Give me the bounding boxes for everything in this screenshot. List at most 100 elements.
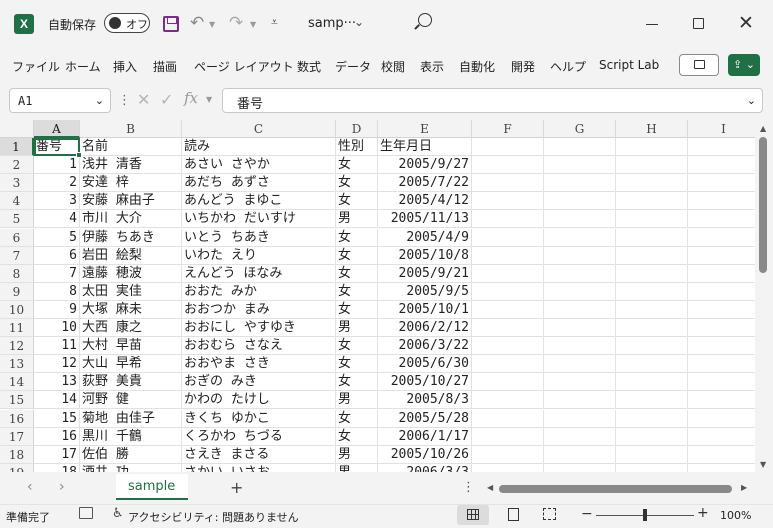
cell[interactable] — [688, 156, 755, 175]
name-box-dropdown-icon[interactable]: ⌄ — [95, 94, 104, 107]
cell[interactable] — [472, 373, 544, 392]
tab-file[interactable]: ファイル — [12, 58, 60, 75]
cell[interactable]: 15 — [34, 409, 80, 428]
horizontal-scroll-thumb[interactable] — [499, 485, 732, 493]
accessibility-icon[interactable]: ♿ — [112, 506, 124, 521]
minimize-icon[interactable] — [646, 24, 658, 25]
cell[interactable] — [616, 391, 688, 410]
cell[interactable]: 性別 — [336, 138, 378, 156]
row-header-3[interactable]: 3 — [0, 174, 34, 193]
cell[interactable] — [544, 264, 616, 283]
cell[interactable]: 男 — [336, 319, 378, 337]
vertical-scroll-thumb[interactable] — [759, 137, 767, 273]
cell[interactable]: 大村 早苗 — [80, 337, 182, 356]
cell[interactable]: おおた みか — [182, 282, 336, 301]
row-header-2[interactable]: 2 — [0, 156, 34, 175]
cell[interactable] — [472, 264, 544, 283]
row-header-18[interactable]: 18 — [0, 445, 34, 464]
cell[interactable]: 酒井 功 — [80, 463, 182, 472]
cell[interactable]: 名前 — [80, 138, 182, 156]
autosave-toggle[interactable]: オフ — [104, 13, 150, 33]
cell[interactable]: 8 — [34, 282, 80, 301]
cell[interactable]: 1 — [34, 156, 80, 175]
cell[interactable]: 18 — [34, 463, 80, 472]
cell[interactable] — [688, 138, 755, 156]
cell[interactable] — [688, 265, 755, 283]
cell[interactable]: 女 — [336, 174, 378, 193]
cell[interactable] — [616, 282, 688, 301]
cell[interactable] — [472, 337, 544, 356]
cell[interactable] — [688, 229, 755, 247]
cell[interactable]: 2006/1/17 — [378, 427, 472, 446]
zoom-slider-thumb[interactable] — [643, 509, 647, 521]
cell[interactable]: 女 — [336, 156, 378, 175]
cell[interactable]: 安藤 麻由子 — [80, 192, 182, 211]
cell[interactable]: かわの たけし — [182, 391, 336, 410]
cell[interactable]: 伊藤 ちあき — [80, 228, 182, 247]
cell[interactable] — [544, 409, 616, 428]
column-header-c[interactable]: C — [182, 120, 336, 138]
cell[interactable] — [472, 246, 544, 265]
cell[interactable] — [616, 427, 688, 446]
cell[interactable] — [616, 445, 688, 464]
cell[interactable] — [544, 355, 616, 374]
scroll-up-icon[interactable]: ▲ — [760, 124, 766, 133]
cell[interactable]: 2005/10/8 — [378, 246, 472, 265]
cell[interactable] — [688, 319, 755, 337]
cell[interactable]: 2005/9/27 — [378, 156, 472, 175]
cell[interactable]: 大塚 麻未 — [80, 300, 182, 319]
cell[interactable]: 市川 大介 — [80, 210, 182, 229]
cell[interactable]: 13 — [34, 373, 80, 392]
macro-record-icon[interactable] — [79, 507, 93, 519]
cell[interactable] — [544, 319, 616, 337]
cell[interactable] — [616, 337, 688, 356]
tab-help[interactable]: ヘルプ — [550, 58, 586, 75]
next-sheet-icon[interactable]: › — [59, 479, 65, 495]
row-header-12[interactable]: 12 — [0, 337, 34, 356]
zoom-level[interactable]: 100% — [720, 509, 751, 522]
cell[interactable] — [472, 228, 544, 247]
cell[interactable] — [472, 355, 544, 374]
file-name-dropdown-icon[interactable]: ⌄ — [354, 15, 364, 29]
cell[interactable]: 女 — [336, 228, 378, 247]
cell[interactable]: 女 — [336, 337, 378, 356]
add-sheet-button[interactable]: + — [230, 478, 243, 497]
undo-icon[interactable]: ↶ — [190, 13, 204, 33]
cell[interactable]: 太田 実佳 — [80, 282, 182, 301]
save-icon[interactable] — [163, 16, 179, 32]
cell[interactable] — [472, 174, 544, 193]
cell[interactable] — [544, 138, 616, 156]
cell[interactable]: 2006/3/3 — [378, 463, 472, 472]
close-icon[interactable]: ✕ — [738, 12, 754, 34]
redo-icon[interactable]: ↷ — [229, 13, 243, 33]
file-name[interactable]: samp··· — [308, 16, 356, 31]
column-header-b[interactable]: B — [80, 120, 182, 138]
cell[interactable]: 安達 梓 — [80, 174, 182, 193]
cell[interactable]: 生年月日 — [378, 138, 472, 156]
cell[interactable] — [616, 192, 688, 211]
cell[interactable] — [688, 283, 755, 301]
cell[interactable]: 女 — [336, 282, 378, 301]
previous-sheet-icon[interactable]: ‹ — [27, 479, 33, 495]
maximize-icon[interactable] — [693, 18, 704, 29]
cell[interactable]: 女 — [336, 409, 378, 428]
row-header-14[interactable]: 14 — [0, 373, 34, 392]
row-header-6[interactable]: 6 — [0, 228, 34, 247]
cell[interactable]: 17 — [34, 445, 80, 464]
cell[interactable]: 大山 早希 — [80, 355, 182, 374]
cell[interactable] — [544, 373, 616, 392]
cell[interactable] — [688, 464, 755, 472]
cell[interactable] — [688, 301, 755, 319]
cell[interactable] — [472, 427, 544, 446]
name-box[interactable]: A1 ⌄ — [9, 88, 111, 113]
cell[interactable] — [616, 246, 688, 265]
cell[interactable] — [544, 391, 616, 410]
cell[interactable]: 12 — [34, 355, 80, 374]
tab-formulas[interactable]: 数式 — [297, 58, 321, 75]
cell[interactable]: 河野 健 — [80, 391, 182, 410]
cell[interactable]: 女 — [336, 264, 378, 283]
comments-button[interactable] — [679, 54, 719, 76]
cell[interactable]: 番号 — [34, 138, 80, 156]
cell[interactable] — [544, 282, 616, 301]
tab-script-lab[interactable]: Script Lab — [599, 58, 659, 72]
